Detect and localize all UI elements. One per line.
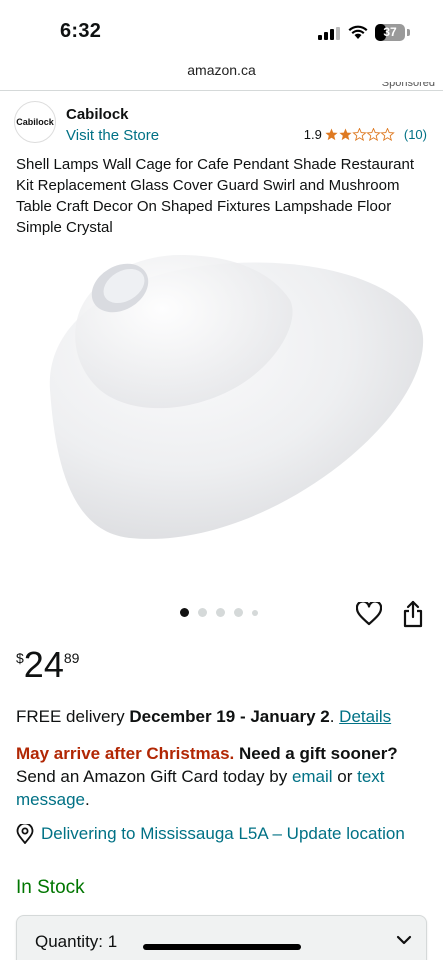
location-link[interactable]: Delivering to Mississauga L5A – Update l… [41, 822, 405, 845]
quantity-selector[interactable]: Quantity: 1 [16, 915, 427, 960]
carousel-indicator[interactable] [180, 608, 258, 617]
price-fraction: 89 [63, 650, 80, 666]
carousel-dot[interactable] [198, 608, 207, 617]
star-rating [325, 128, 397, 141]
carousel-dot[interactable] [216, 608, 225, 617]
price-symbol: $ [16, 650, 24, 666]
battery-icon: 37 [375, 24, 405, 41]
heart-icon[interactable] [356, 602, 382, 626]
product-image[interactable] [40, 250, 430, 550]
battery-cap [407, 29, 410, 36]
christmas-warning: May arrive after Christmas. [16, 744, 235, 763]
carousel-dot[interactable] [252, 609, 258, 616]
carousel-dot[interactable] [180, 608, 189, 617]
delivery-location[interactable]: Delivering to Mississauga L5A – Update l… [16, 822, 428, 845]
visit-store-link[interactable]: Visit the Store [66, 127, 159, 144]
price-whole: 24 [23, 644, 64, 685]
notice-end: . [84, 790, 90, 809]
brand-logo[interactable]: Cabilock [14, 101, 56, 143]
or-text: or [332, 767, 358, 786]
email-link[interactable]: email [292, 767, 333, 786]
product-title: Shell Lamps Wall Cage for Cafe Pendant S… [16, 156, 415, 236]
home-indicator[interactable] [143, 944, 301, 950]
quantity-label: Quantity: 1 [35, 932, 117, 952]
brand-name: Cabilock [66, 106, 129, 123]
gift-question: Need a gift sooner? [234, 744, 398, 763]
delivery-dates: December 19 - January 2 [129, 707, 330, 726]
rating-count[interactable]: (10) [404, 127, 427, 142]
battery-level: 37 [383, 25, 397, 39]
details-link[interactable]: Details [339, 707, 391, 726]
rating[interactable]: 1.9 (10) [304, 127, 427, 142]
status-time: 6:32 [60, 20, 102, 42]
status-bar: 6:32 37 [0, 0, 443, 60]
gift-card-text: Send an Amazon Gift Card today by [16, 767, 292, 786]
wifi-icon [348, 25, 368, 39]
price: $ 24 89 [16, 646, 79, 684]
delivery-prefix: FREE delivery [16, 707, 130, 726]
stars-icon [325, 128, 394, 141]
christmas-notice: May arrive after Christmas. Need a gift … [16, 742, 428, 811]
divider [0, 90, 443, 91]
signal-icon [318, 27, 340, 40]
carousel-dot[interactable] [234, 608, 243, 617]
stock-status: In Stock [16, 877, 85, 898]
delivery-period: . [329, 707, 340, 726]
delivery-info: FREE delivery December 19 - January 2. D… [16, 706, 428, 728]
quantity-value: 1 [107, 932, 118, 951]
url-bar[interactable]: amazon.ca [0, 62, 443, 78]
chevron-down-icon [396, 935, 412, 945]
share-icon[interactable] [402, 600, 424, 628]
location-pin-icon [16, 824, 34, 844]
quantity-text: Quantity: [35, 932, 104, 951]
sponsored-label: Sponsored [381, 82, 435, 89]
rating-value: 1.9 [303, 127, 322, 142]
